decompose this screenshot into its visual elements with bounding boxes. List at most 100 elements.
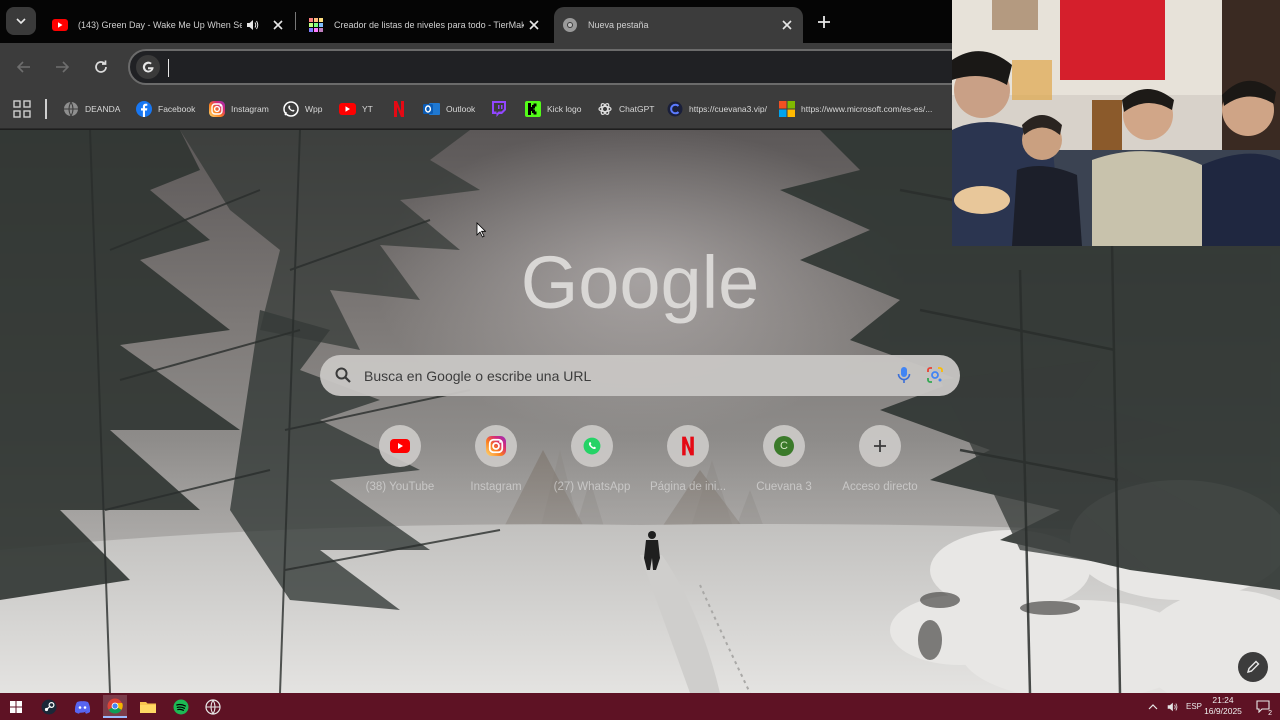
search-icon [335, 367, 351, 383]
steam-icon [41, 699, 57, 714]
close-tab-icon[interactable] [777, 15, 797, 35]
svg-text:Google: Google [521, 241, 760, 324]
whatsapp-icon [282, 101, 299, 118]
mouse-cursor-icon [476, 222, 486, 238]
chrome-icon [107, 698, 123, 714]
bookmark-wpp[interactable]: Wpp [282, 98, 322, 120]
arrow-left-icon [16, 61, 30, 73]
youtube-icon [390, 439, 410, 453]
arrow-right-icon [56, 61, 70, 73]
netflix-icon [682, 436, 694, 456]
netflix-icon [390, 101, 407, 118]
chevron-up-icon[interactable] [1148, 702, 1158, 712]
microphone-icon[interactable] [894, 365, 914, 385]
text-caret [168, 59, 169, 77]
close-tab-icon[interactable] [524, 15, 544, 35]
customize-chrome-button[interactable] [1238, 652, 1268, 682]
webcam-video [952, 0, 1280, 246]
taskbar-discord[interactable] [70, 695, 94, 718]
google-lens-icon[interactable] [925, 365, 945, 385]
address-bar[interactable] [128, 49, 968, 85]
taskbar-steam[interactable] [37, 695, 61, 718]
windows-start-icon [10, 700, 22, 713]
taskbar-file-explorer[interactable] [136, 695, 160, 718]
tiermaker-icon [308, 17, 324, 33]
plus-icon [818, 16, 830, 28]
bookmark-cuevana[interactable]: https://cuevana3.vip/ [666, 98, 767, 120]
bookmark-netflix[interactable] [390, 98, 413, 120]
reload-icon [95, 60, 107, 73]
taskbar-chrome[interactable] [103, 695, 127, 718]
close-tab-icon[interactable] [268, 15, 288, 35]
taskbar-clock[interactable]: 21:24 16/9/2025 [1200, 695, 1246, 717]
chrome-icon [562, 17, 578, 33]
taskbar-vpn[interactable] [201, 695, 225, 718]
speaker-icon[interactable] [1166, 701, 1178, 713]
cuevana-icon: C [774, 436, 794, 456]
google-g-icon [136, 55, 160, 79]
discord-icon [74, 700, 90, 714]
shortcut-youtube[interactable]: (38) YouTube [352, 425, 448, 497]
chevron-down-icon [16, 18, 26, 25]
start-button[interactable] [4, 695, 28, 718]
microsoft-icon [778, 101, 795, 118]
shortcut-netflix[interactable]: Página de ini... [640, 425, 736, 497]
apps-grid-icon[interactable] [12, 99, 32, 119]
whatsapp-icon [583, 437, 601, 455]
bookmark-twitch[interactable] [490, 98, 513, 120]
cuevana-icon [666, 101, 683, 118]
system-tray: ESP [1148, 693, 1202, 720]
bookmark-deanda[interactable]: DEANDA [62, 98, 120, 120]
shortcut-instagram[interactable]: Instagram [448, 425, 544, 497]
bookmarks-bar: DEANDA Facebook Instagram Wpp YT Outlook… [0, 91, 952, 129]
shortcut-add[interactable]: Acceso directo [832, 425, 928, 497]
file-explorer-icon [140, 701, 156, 713]
forward-button[interactable] [50, 55, 74, 79]
bookmark-microsoft[interactable]: https://www.microsoft.com/es-es/... [778, 98, 932, 120]
bookmark-instagram[interactable]: Instagram [208, 98, 269, 120]
google-logo: Google [521, 241, 760, 324]
back-button[interactable] [12, 55, 36, 79]
taskbar-spotify[interactable] [169, 695, 193, 718]
windows-taskbar: ESP 21:24 16/9/2025 2 [0, 693, 1280, 720]
twitch-icon [490, 101, 507, 118]
tab-search-button[interactable] [6, 7, 36, 35]
browser-toolbar [0, 43, 968, 91]
bookmark-kick[interactable]: Kick logo [524, 98, 582, 120]
bookmark-chatgpt[interactable]: ChatGPT [596, 98, 654, 120]
youtube-icon [339, 101, 356, 118]
address-input[interactable] [172, 55, 872, 79]
search-input[interactable] [364, 363, 884, 389]
vpn-globe-icon [205, 698, 221, 715]
shortcut-whatsapp[interactable]: (27) WhatsApp [544, 425, 640, 497]
notification-count: 2 [1266, 710, 1274, 717]
spotify-icon [173, 699, 189, 714]
bookmark-facebook[interactable]: Facebook [135, 98, 195, 120]
kick-icon [524, 101, 541, 118]
bookmarks-divider [45, 99, 47, 119]
google-search-box[interactable] [320, 355, 960, 396]
clock-date: 16/9/2025 [1204, 706, 1242, 716]
instagram-icon [486, 436, 506, 456]
youtube-icon [52, 17, 68, 33]
webcam-overlay [952, 0, 1280, 246]
facebook-icon [135, 101, 152, 118]
pencil-icon [1246, 660, 1260, 674]
bookmark-outlook[interactable]: Outlook [423, 98, 475, 120]
instagram-icon [208, 101, 225, 118]
chatgpt-icon [596, 101, 613, 118]
tab-new-tab[interactable]: Nueva pestaña [554, 7, 803, 43]
plus-icon [874, 440, 886, 452]
speaker-icon[interactable] [242, 15, 262, 35]
bookmark-yt[interactable]: YT [339, 98, 373, 120]
tab-tiermaker[interactable]: Creador de listas de niveles para todo -… [300, 7, 550, 43]
tab-strip: (143) Green Day - Wake Me Up When Septem… [0, 0, 952, 43]
tab-youtube[interactable]: (143) Green Day - Wake Me Up When Septem [44, 7, 294, 43]
reload-button[interactable] [89, 55, 113, 79]
clock-time: 21:24 [1212, 695, 1234, 705]
notification-center-button[interactable]: 2 [1251, 695, 1275, 718]
shortcut-cuevana[interactable]: C Cuevana 3 [736, 425, 832, 497]
new-tab-button[interactable] [812, 10, 836, 34]
outlook-icon [423, 101, 440, 118]
tab-separator [295, 12, 296, 30]
